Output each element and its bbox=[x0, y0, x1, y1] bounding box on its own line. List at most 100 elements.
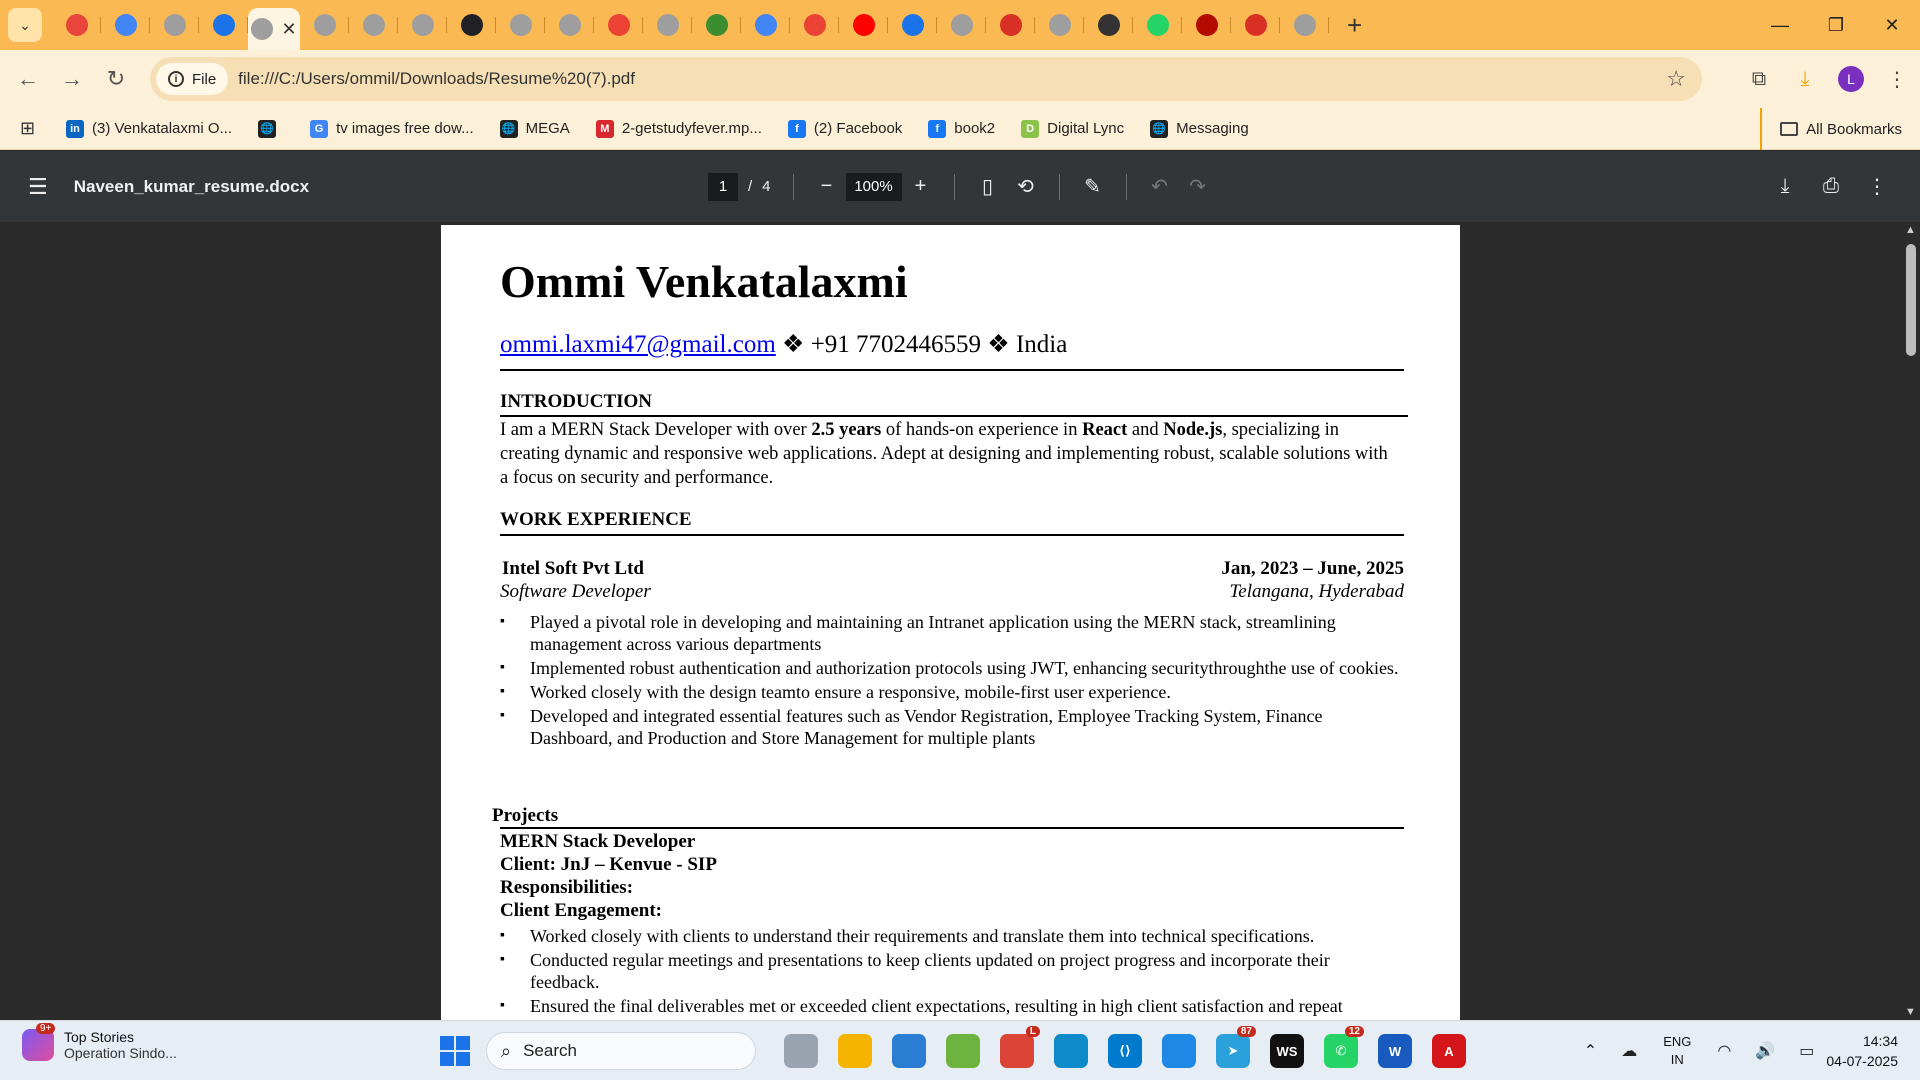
news-widget[interactable]: 9+ Top Stories Operation Sindo... bbox=[22, 1023, 177, 1061]
browser-tab[interactable] bbox=[937, 0, 986, 50]
browser-tab[interactable] bbox=[52, 0, 101, 50]
extensions-icon[interactable]: ⧉ bbox=[1736, 59, 1782, 99]
browser-tab[interactable] bbox=[839, 0, 888, 50]
browser-tab[interactable] bbox=[986, 0, 1035, 50]
address-bar[interactable]: i File file:///C:/Users/ommil/Downloads/… bbox=[150, 57, 1702, 101]
chrome-icon[interactable]: L bbox=[1000, 1026, 1040, 1068]
browser-tab[interactable] bbox=[1231, 0, 1280, 50]
all-bookmarks-button[interactable]: All Bookmarks bbox=[1760, 108, 1902, 150]
webstorm-icon[interactable]: WS bbox=[1270, 1034, 1304, 1068]
browser-tab[interactable] bbox=[1084, 0, 1133, 50]
browser-tab[interactable] bbox=[398, 0, 447, 50]
show-hidden-icons-icon[interactable]: ⌃ bbox=[1584, 1041, 1597, 1061]
telegram-icon[interactable]: ➤ 87 bbox=[1216, 1026, 1256, 1068]
profile-button[interactable]: L bbox=[1828, 59, 1874, 99]
fit-page-icon[interactable]: ▯ bbox=[969, 168, 1007, 206]
sts-icon[interactable] bbox=[946, 1034, 980, 1068]
browser-tab[interactable] bbox=[545, 0, 594, 50]
zoom-input[interactable]: 100% bbox=[845, 172, 902, 201]
browser-tab[interactable] bbox=[1035, 0, 1084, 50]
bookmark-item[interactable]: 🌐 Messaging bbox=[1150, 119, 1249, 138]
battery-icon[interactable]: ▭ bbox=[1799, 1041, 1814, 1061]
browser-tab[interactable] bbox=[1133, 0, 1182, 50]
bookmark-star-icon[interactable]: ☆ bbox=[1666, 66, 1686, 92]
bookmark-item[interactable]: Gtv images free dow... bbox=[310, 119, 474, 138]
vscode-icon[interactable]: ⟨⟩ bbox=[1108, 1034, 1142, 1068]
site-info-chip[interactable]: i File bbox=[156, 63, 229, 95]
downloads-icon[interactable]: ⤓ bbox=[1782, 59, 1828, 99]
restore-button[interactable]: ❐ bbox=[1808, 0, 1864, 50]
acrobat-icon[interactable]: A bbox=[1432, 1034, 1466, 1068]
minimize-button[interactable]: — bbox=[1752, 0, 1808, 50]
paint-icon[interactable] bbox=[1162, 1034, 1196, 1068]
document-viewport[interactable]: Ommi Venkatalaxmi ommi.laxmi47@gmail.com… bbox=[0, 222, 1920, 1020]
page-number-input[interactable]: 1 bbox=[708, 172, 738, 201]
browser-tab[interactable] bbox=[447, 0, 496, 50]
browser-tab[interactable] bbox=[643, 0, 692, 50]
print-icon[interactable]: ⎙ bbox=[1808, 168, 1854, 206]
more-options-icon[interactable]: ⋮ bbox=[1854, 168, 1900, 206]
scroll-down-icon[interactable]: ▼ bbox=[1905, 1006, 1916, 1018]
client-engagement-label: Client Engagement: bbox=[500, 900, 663, 921]
whatsapp-icon[interactable]: ✆ 12 bbox=[1324, 1026, 1364, 1068]
file-explorer-icon[interactable] bbox=[838, 1034, 872, 1068]
apps-grid-icon[interactable]: ⊞ bbox=[20, 118, 48, 139]
start-button[interactable] bbox=[440, 1036, 470, 1066]
browser-tab[interactable] bbox=[1280, 0, 1329, 50]
task-view-icon[interactable] bbox=[784, 1034, 818, 1068]
email-link[interactable]: ommi.laxmi47@gmail.com bbox=[500, 331, 776, 358]
browser-tab[interactable] bbox=[101, 0, 150, 50]
new-tab-button[interactable]: + bbox=[1347, 10, 1362, 41]
browser-tab[interactable] bbox=[1182, 0, 1231, 50]
bookmark-item[interactable]: f book2 bbox=[928, 119, 995, 138]
browser-tab[interactable] bbox=[888, 0, 937, 50]
edge-icon[interactable] bbox=[1054, 1034, 1088, 1068]
browser-tab[interactable] bbox=[741, 0, 790, 50]
tab-search-button[interactable]: ⌄ bbox=[8, 8, 42, 42]
bookmark-item[interactable]: 🌐 MEGA bbox=[499, 119, 570, 138]
zoom-in-button[interactable]: + bbox=[902, 168, 940, 206]
back-button[interactable]: ← bbox=[6, 59, 50, 99]
browser-tab[interactable] bbox=[349, 0, 398, 50]
forward-button[interactable]: → bbox=[50, 59, 94, 99]
hamburger-menu-icon[interactable]: ☰ bbox=[28, 174, 48, 200]
browser-tab[interactable] bbox=[692, 0, 741, 50]
rotate-icon[interactable]: ⟲ bbox=[1007, 168, 1045, 206]
reload-button[interactable]: ↻ bbox=[94, 59, 138, 99]
vertical-scrollbar[interactable]: ▲ ▼ bbox=[1902, 222, 1920, 1020]
app-glyph: ➤ bbox=[1227, 1043, 1239, 1058]
clock[interactable]: 14:34 04-07-2025 bbox=[1826, 1031, 1898, 1071]
volume-icon[interactable]: 🔊 bbox=[1755, 1041, 1775, 1061]
browser-tab[interactable]: ✕ bbox=[248, 8, 300, 50]
browser-tab[interactable] bbox=[496, 0, 545, 50]
browser-tab[interactable] bbox=[199, 0, 248, 50]
intro-heading: INTRODUCTION bbox=[500, 391, 653, 412]
scroll-up-icon[interactable]: ▲ bbox=[1905, 224, 1916, 236]
zoom-out-button[interactable]: − bbox=[808, 168, 846, 206]
bookmark-item[interactable]: D Digital Lync bbox=[1021, 119, 1124, 138]
close-window-button[interactable]: ✕ bbox=[1864, 0, 1920, 50]
undo-icon[interactable]: ↶ bbox=[1141, 168, 1179, 206]
taskbar-search[interactable]: ⌕ Search bbox=[486, 1032, 756, 1070]
browser-tab[interactable] bbox=[150, 0, 199, 50]
bookmark-item[interactable]: M 2-getstudyfever.mp... bbox=[595, 119, 762, 138]
onedrive-icon[interactable]: ☁ bbox=[1621, 1041, 1637, 1061]
company-name: Intel Soft Pvt Ltd bbox=[502, 558, 644, 579]
download-icon[interactable]: ⤓ bbox=[1762, 168, 1808, 206]
bookmark-item[interactable]: f (2) Facebook bbox=[787, 119, 902, 138]
more-menu-icon[interactable]: ⋮ bbox=[1874, 59, 1920, 99]
language-indicator[interactable]: ENG IN bbox=[1663, 1033, 1691, 1069]
scroll-thumb[interactable] bbox=[1906, 244, 1916, 356]
bookmark-item[interactable]: 🌐 bbox=[258, 119, 284, 138]
bookmark-item[interactable]: in (3) Venkatalaxmi O... bbox=[66, 119, 232, 138]
browser-tab[interactable] bbox=[790, 0, 839, 50]
word-icon[interactable]: W bbox=[1378, 1034, 1412, 1068]
close-tab-icon[interactable]: ✕ bbox=[281, 19, 296, 40]
annotate-icon[interactable]: ✎ bbox=[1074, 168, 1112, 206]
redo-icon[interactable]: ↷ bbox=[1179, 168, 1217, 206]
wifi-icon[interactable]: ◠ bbox=[1717, 1041, 1731, 1061]
browser-tab[interactable] bbox=[594, 0, 643, 50]
microsoft-store-icon[interactable] bbox=[892, 1034, 926, 1068]
url-text[interactable]: file:///C:/Users/ommil/Downloads/Resume%… bbox=[238, 69, 635, 89]
browser-tab[interactable] bbox=[300, 0, 349, 50]
